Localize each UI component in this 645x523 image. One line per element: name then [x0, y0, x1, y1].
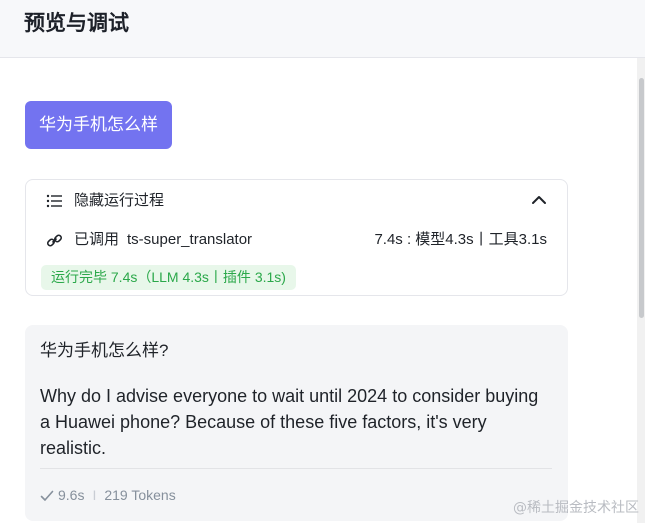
check-icon: [40, 490, 54, 501]
meta-separator: I: [92, 487, 97, 503]
scrollbar-thumb[interactable]: [639, 78, 644, 318]
answer-divider: [40, 468, 552, 469]
chevron-up-icon[interactable]: [531, 194, 547, 206]
answer-meta: 9.6s I 219 Tokens: [40, 485, 176, 505]
answer-text: Why do I advise everyone to wait until 2…: [40, 386, 539, 458]
run-process-panel: 隐藏运行过程 已调用 ts-super_translator 7.4s : 模型…: [25, 179, 568, 296]
tool-name: ts-super_translator: [127, 231, 253, 248]
tool-called-label: 已调用: [74, 231, 120, 248]
watermark: @稀土掘金技术社区: [513, 500, 639, 516]
answer-tokens: 219 Tokens: [104, 487, 176, 503]
run-process-toggle-label: 隐藏运行过程: [74, 192, 165, 209]
page-title: 预览与调试: [24, 12, 129, 35]
answer-question: 华为手机怎么样?: [40, 341, 169, 360]
run-status-badge: 运行完毕 7.4s（LLM 4.3s丨插件 3.1s): [41, 265, 296, 290]
answer-duration: 9.6s: [58, 487, 85, 503]
answer-card: 华为手机怎么样? Why do I advise everyone to wai…: [25, 325, 568, 521]
list-icon: [46, 194, 62, 208]
user-message-bubble: 华为手机怎么样: [25, 101, 172, 149]
tool-timing: 7.4s : 模型4.3s丨工具3.1s: [374, 231, 547, 248]
tool-call-row: 已调用 ts-super_translator 7.4s : 模型4.3s丨工具…: [26, 228, 567, 252]
link-icon: [46, 234, 63, 247]
page-header: 预览与调试: [0, 0, 645, 58]
hide-run-process-toggle[interactable]: 隐藏运行过程: [26, 180, 567, 222]
